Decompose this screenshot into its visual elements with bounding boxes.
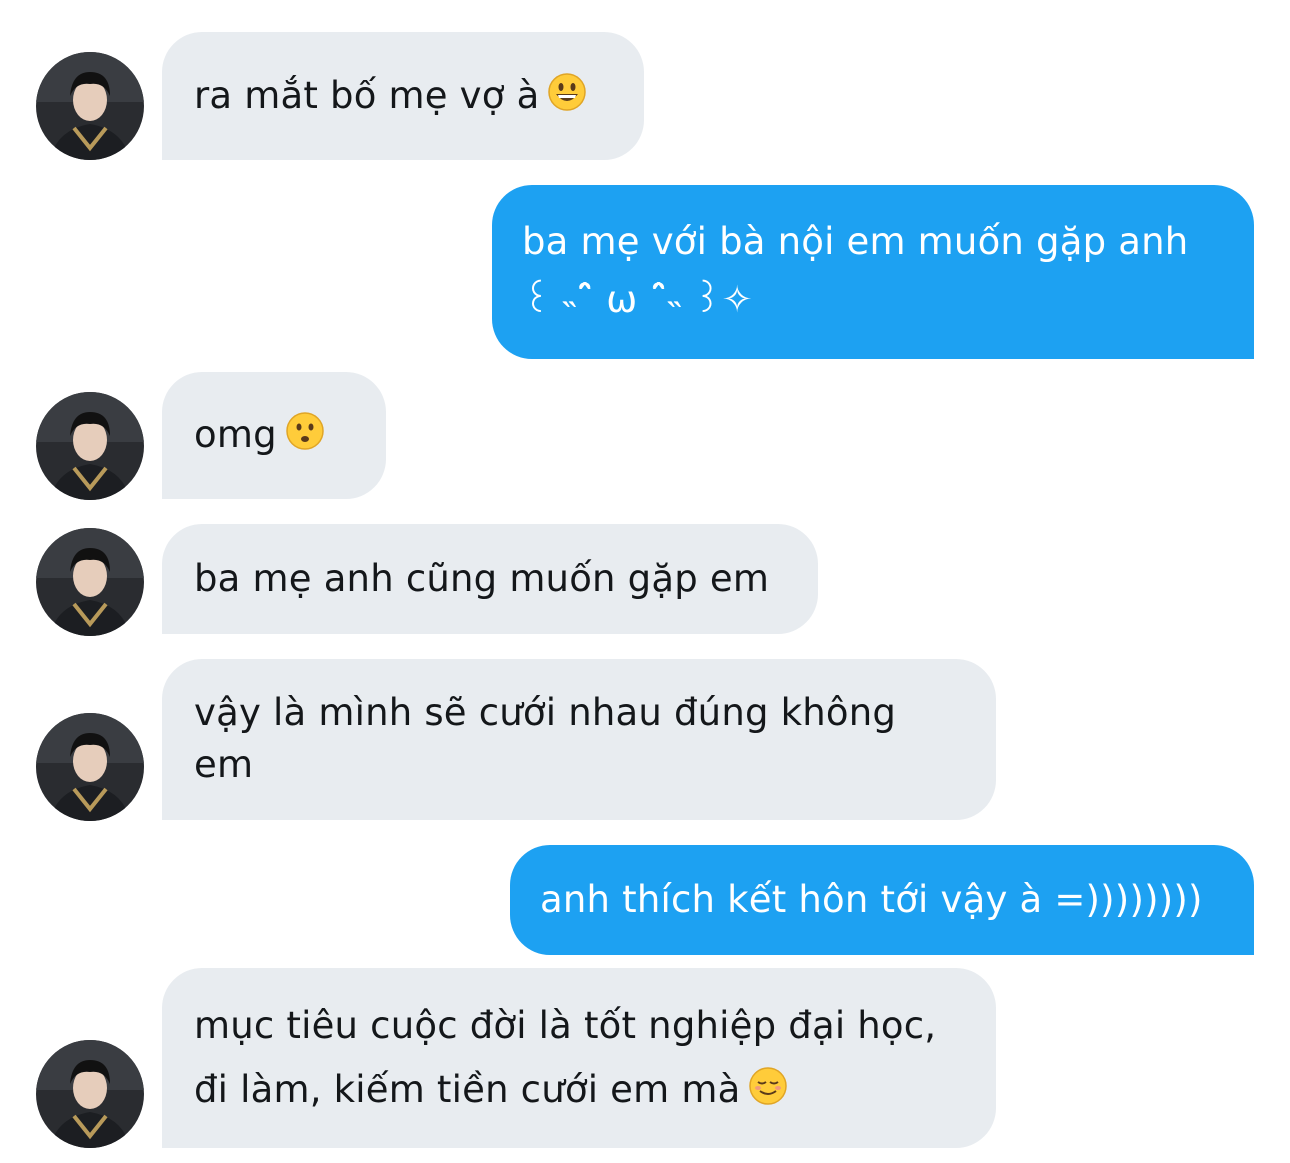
smiling-face-emoji xyxy=(748,1062,788,1126)
avatar-photo xyxy=(36,52,144,160)
avatar-photo xyxy=(36,392,144,500)
avatar[interactable] xyxy=(36,528,144,636)
message-text: anh thích kết hôn tới vậy à =)))))))) xyxy=(540,878,1203,921)
message-bubble-outgoing[interactable]: ba mẹ với bà nội em muốn gặp anh ꒰ ˵ˆ̑ ω… xyxy=(492,185,1254,359)
avatar-photo xyxy=(36,1040,144,1148)
avatar[interactable] xyxy=(36,392,144,500)
avatar[interactable] xyxy=(36,713,144,821)
message-text: omg xyxy=(194,409,356,465)
avatar-photo xyxy=(36,713,144,821)
avatar[interactable] xyxy=(36,52,144,160)
message-bubble-incoming[interactable]: ba mẹ anh cũng muốn gặp em xyxy=(162,524,818,634)
avatar[interactable] xyxy=(36,1040,144,1148)
message-text: mục tiêu cuộc đời là tốt nghiệp đại học,… xyxy=(194,994,966,1126)
message-bubble-incoming[interactable]: vậy là mình sẽ cưới nhau đúng không em xyxy=(162,659,996,820)
message-text: vậy là mình sẽ cưới nhau đúng không em xyxy=(194,691,897,786)
message-bubble-incoming[interactable]: omg xyxy=(162,372,386,499)
message-bubble-incoming[interactable]: ra mắt bố mẹ vợ à xyxy=(162,32,644,160)
message-text: ba mẹ với bà nội em muốn gặp anh ꒰ ˵ˆ̑ ω… xyxy=(522,220,1189,321)
message-bubble-outgoing[interactable]: anh thích kết hôn tới vậy à =)))))))) xyxy=(510,845,1254,955)
message-text: ra mắt bố mẹ vợ à xyxy=(194,70,614,126)
message-bubble-incoming[interactable]: mục tiêu cuộc đời là tốt nghiệp đại học,… xyxy=(162,968,996,1148)
grinning-face-emoji xyxy=(547,72,587,126)
frowning-face-emoji xyxy=(285,411,325,465)
message-text: ba mẹ anh cũng muốn gặp em xyxy=(194,557,770,600)
avatar-photo xyxy=(36,528,144,636)
